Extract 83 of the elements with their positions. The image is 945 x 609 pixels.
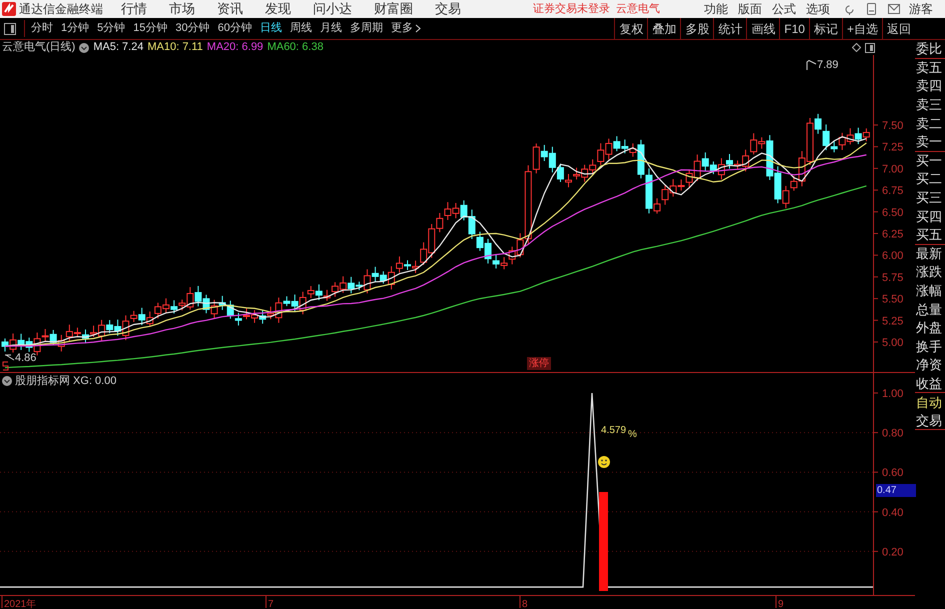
chart-title: 云意电气(日线) — [2, 40, 76, 56]
side-panel-item[interactable]: 交易 — [915, 412, 945, 430]
side-panel-item[interactable]: 净资 — [915, 356, 945, 375]
menu-item[interactable]: 发现 — [265, 0, 291, 19]
toolbar-action[interactable]: F10 — [779, 18, 809, 39]
side-panel-item[interactable]: 买二 — [915, 170, 945, 189]
side-panel-item[interactable]: 卖五 — [915, 58, 945, 78]
ma-value: MA5: 7.24 — [93, 40, 144, 56]
marker-icon — [2, 361, 9, 371]
side-panel-item[interactable]: 卖四 — [915, 77, 945, 96]
side-panel-item[interactable]: 卖一 — [915, 132, 945, 152]
period-tab[interactable]: 60分钟 — [218, 20, 252, 37]
leader-line — [806, 60, 817, 70]
ma-value: MA60: 6.38 — [267, 40, 324, 56]
period-tab[interactable]: 5分钟 — [97, 20, 126, 37]
menu-item[interactable]: 版面 — [738, 0, 762, 18]
menu-item[interactable]: 资讯 — [217, 0, 243, 19]
ma-value: MA10: 7.11 — [147, 40, 203, 56]
leader-line — [5, 354, 15, 362]
ma-value: MA20: 6.99 — [206, 40, 264, 56]
side-panel-item[interactable]: 涨幅 — [915, 282, 945, 300]
user-label[interactable]: 游客 — [909, 0, 933, 18]
dropdown-icon[interactable] — [2, 376, 12, 386]
refresh-icon[interactable] — [844, 4, 855, 14]
panel-toggle-icon[interactable] — [4, 22, 16, 34]
menu-item[interactable]: 选项 — [806, 0, 830, 18]
period-tab[interactable]: 多周期 — [350, 20, 383, 37]
low-price-label: 4.86 — [15, 351, 36, 366]
menu-item[interactable]: 财富圈 — [374, 0, 413, 19]
menu-item[interactable]: 问小达 — [313, 0, 352, 19]
toolbar-action[interactable]: +自选 — [842, 18, 882, 39]
menu-item[interactable]: 市场 — [169, 0, 195, 19]
limit-up-tag: 涨停 — [527, 357, 551, 370]
period-tab[interactable]: 日线 — [260, 20, 282, 37]
app-title: 通达信金融终端 — [19, 1, 104, 18]
login-status: 证券交易未登录 — [533, 2, 610, 17]
date-axis: 2021年 7 8 9 — [0, 595, 915, 609]
signal-label: 4.579 % — [601, 424, 637, 438]
smiley-icon — [598, 456, 610, 468]
side-panel-item[interactable]: 委比 — [915, 40, 945, 59]
side-panel-item[interactable]: 外盘 — [915, 318, 945, 338]
panel-icon[interactable] — [865, 42, 875, 52]
menu-item[interactable]: 行情 — [121, 0, 147, 19]
side-panel-item[interactable]: 换手 — [915, 338, 945, 356]
toolbar-action[interactable]: 标记 — [808, 18, 842, 39]
toolbar-action[interactable]: 叠加 — [647, 18, 680, 39]
mail-icon[interactable] — [888, 4, 900, 14]
side-panel-item[interactable]: 涨跌 — [915, 263, 945, 282]
period-tab[interactable]: 周线 — [290, 20, 312, 37]
side-panel-item[interactable]: 买一 — [915, 152, 945, 170]
phone-icon[interactable] — [867, 3, 876, 15]
high-price-label: 7.89 — [817, 58, 838, 73]
current-value-tag: 0.47 — [876, 484, 916, 497]
price-axis: 7.50 7.25 7.00 6.75 6.50 6.25 6.00 5.75 5.50 5.25 5.00 — [873, 55, 915, 372]
period-tab[interactable]: 15分钟 — [133, 20, 168, 37]
menu-item[interactable]: 公式 — [772, 0, 796, 18]
period-tab[interactable]: 30分钟 — [176, 20, 210, 37]
side-panel-item[interactable]: 最新 — [915, 244, 945, 264]
more-button[interactable]: 更多 — [391, 20, 421, 37]
toolbar-action[interactable]: 返回 — [882, 18, 915, 39]
app-logo-icon — [2, 2, 16, 16]
period-tab[interactable]: 1分钟 — [61, 20, 90, 37]
side-panel-item[interactable]: 卖三 — [915, 96, 945, 114]
dropdown-icon[interactable] — [79, 42, 90, 52]
menu-item[interactable]: 功能 — [704, 0, 728, 18]
chevron-right-icon — [415, 24, 421, 33]
indicator-title: 股朋指标网 XG: 0.00 — [15, 374, 116, 389]
stock-name: 云意电气 — [616, 2, 660, 17]
side-panel-item[interactable]: 收益 — [915, 374, 945, 394]
diamond-icon[interactable] — [852, 43, 861, 52]
side-panel-item[interactable]: 买四 — [915, 207, 945, 226]
side-panel-item[interactable]: 买三 — [915, 188, 945, 208]
side-panel-item[interactable]: 自动 — [915, 393, 945, 412]
toolbar-action[interactable]: 统计 — [713, 18, 746, 39]
side-panel-item[interactable]: 总量 — [915, 300, 945, 319]
toolbar-action[interactable]: 多股 — [680, 18, 714, 39]
period-tab[interactable]: 月线 — [320, 20, 342, 37]
toolbar-action[interactable]: 复权 — [614, 18, 648, 39]
toolbar-action[interactable]: 画线 — [746, 18, 780, 39]
period-tab[interactable]: 分时 — [31, 20, 53, 37]
side-panel-item[interactable]: 卖二 — [915, 114, 945, 133]
menu-item[interactable]: 交易 — [435, 0, 461, 19]
side-panel-item[interactable]: 买五 — [915, 226, 945, 245]
